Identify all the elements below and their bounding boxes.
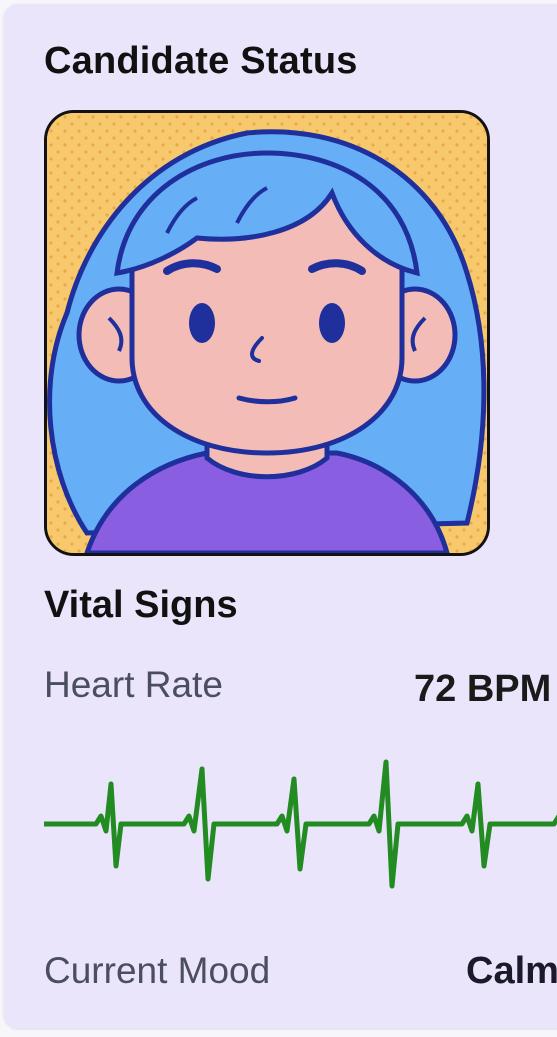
candidate-status-card: Candidate Status Vital Signs Heart Rate … <box>4 4 557 1028</box>
vital-signs-heading: Vital Signs <box>44 584 238 626</box>
avatar-illustration-icon <box>47 113 487 553</box>
ecg-line <box>44 759 557 889</box>
heart-rate-value: 72 BPM <box>414 668 552 710</box>
ecg-waveform <box>44 759 557 889</box>
candidate-avatar <box>44 110 490 556</box>
current-mood-label: Current Mood <box>44 950 271 991</box>
current-mood-value: Calm <box>466 950 557 992</box>
card-title: Candidate Status <box>44 40 358 82</box>
heart-rate-label: Heart Rate <box>44 664 223 705</box>
